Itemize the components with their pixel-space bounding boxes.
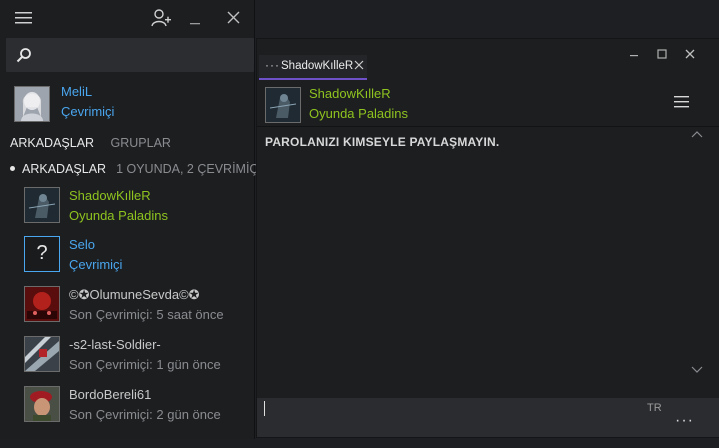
friend-status: Son Çevrimiçi: 1 gün önce	[69, 357, 221, 372]
chat-input-bar[interactable]: TR ···	[257, 398, 719, 437]
my-name: MeliL	[61, 84, 93, 99]
add-friend-icon[interactable]	[151, 8, 171, 28]
chat-partner-name: ShadowKılleR	[309, 86, 391, 101]
group-count: 1 OYUNDA, 2 ÇEVRİMİÇİ	[116, 162, 262, 176]
chat-partner-avatar[interactable]	[265, 87, 301, 123]
my-status: Çevrimiçi	[61, 104, 115, 119]
friend-avatar	[24, 187, 60, 223]
my-profile[interactable]: MeliL Çevrimiçi	[14, 84, 244, 124]
friend-avatar	[24, 336, 60, 372]
tab-groups[interactable]: GRUPLAR	[111, 136, 171, 150]
chat-tab-options-icon[interactable]: ···	[265, 58, 280, 72]
chat-tabbar: ··· ShadowKılleR	[257, 39, 719, 80]
chat-menu-icon[interactable]	[673, 95, 691, 109]
chat-tab[interactable]: ··· ShadowKılleR	[259, 55, 367, 80]
group-expand-dot-icon	[10, 166, 15, 172]
chat-maximize-icon[interactable]	[655, 47, 669, 61]
password-warning: PAROLANIZI KIMSEYLE PAYLAŞMAYIN.	[265, 135, 500, 149]
chat-window: ··· ShadowKılleR ShadowKılleR Oyunda Pal…	[256, 38, 719, 438]
chat-partner-status: Oyunda Paladins	[309, 106, 409, 121]
hamburger-menu-icon[interactable]	[14, 8, 34, 28]
friend-status: Son Çevrimiçi: 2 gün önce	[69, 407, 221, 422]
friend-name: ©✪OlumuneSevda©✪	[69, 287, 200, 302]
chat-message-area[interactable]: PAROLANIZI KIMSEYLE PAYLAŞMAYIN.	[257, 127, 719, 377]
more-options-icon[interactable]: ···	[675, 412, 694, 430]
chat-message-input[interactable]	[267, 400, 641, 424]
friend-name: BordoBereli61	[69, 387, 152, 402]
friend-avatar	[24, 386, 60, 422]
friends-group-header[interactable]: ARKADAŞLAR 1 OYUNDA, 2 ÇEVRİMİÇİ	[10, 162, 262, 176]
friend-avatar	[24, 286, 60, 322]
chat-close-icon[interactable]	[683, 47, 697, 61]
chat-header: ShadowKılleR Oyunda Paladins	[257, 80, 719, 127]
scroll-down-icon[interactable]	[691, 363, 703, 375]
tab-friends[interactable]: ARKADAŞLAR	[10, 136, 94, 150]
group-label: ARKADAŞLAR	[22, 162, 107, 176]
friends-titlebar	[0, 0, 254, 36]
friend-status: Son Çevrimiçi: 5 saat önce	[69, 307, 224, 322]
text-caret	[264, 401, 265, 416]
minimize-icon[interactable]	[186, 8, 206, 28]
friend-row[interactable]: ShadowKılleR Oyunda Paladins	[0, 180, 254, 228]
chat-tab-name: ShadowKılleR	[281, 60, 354, 72]
friend-name: ShadowKılleR	[69, 188, 151, 203]
friend-name: Selo	[69, 237, 96, 252]
close-icon[interactable]	[224, 8, 244, 28]
friend-row[interactable]: BordoBereli61 Son Çevrimiçi: 2 gün önce	[0, 379, 254, 427]
friend-name: -s2-last-Soldier-	[69, 337, 161, 352]
friend-search-box[interactable]	[6, 38, 254, 72]
friends-window: MeliL Çevrimiçi ARKADAŞLAR GRUPLAR ARKAD…	[0, 0, 262, 439]
friends-tabs: ARKADAŞLAR GRUPLAR	[10, 134, 183, 152]
chat-minimize-icon[interactable]	[627, 47, 641, 61]
scroll-up-icon[interactable]	[691, 129, 703, 141]
friend-row[interactable]: ? Selo Çevrimiçi	[0, 229, 254, 277]
search-input[interactable]	[40, 44, 244, 68]
friend-row[interactable]: ©✪OlumuneSevda©✪ Son Çevrimiçi: 5 saat ö…	[0, 279, 254, 327]
search-icon	[16, 47, 32, 63]
friend-status: Çevrimiçi	[69, 257, 123, 272]
input-language-indicator[interactable]: TR	[647, 402, 662, 414]
default-avatar-question-icon: ?	[24, 236, 60, 272]
my-avatar	[14, 86, 50, 122]
chat-tab-close-icon[interactable]	[353, 59, 365, 71]
friend-status: Oyunda Paladins	[69, 208, 169, 223]
friend-row[interactable]: -s2-last-Soldier- Son Çevrimiçi: 1 gün ö…	[0, 329, 254, 377]
